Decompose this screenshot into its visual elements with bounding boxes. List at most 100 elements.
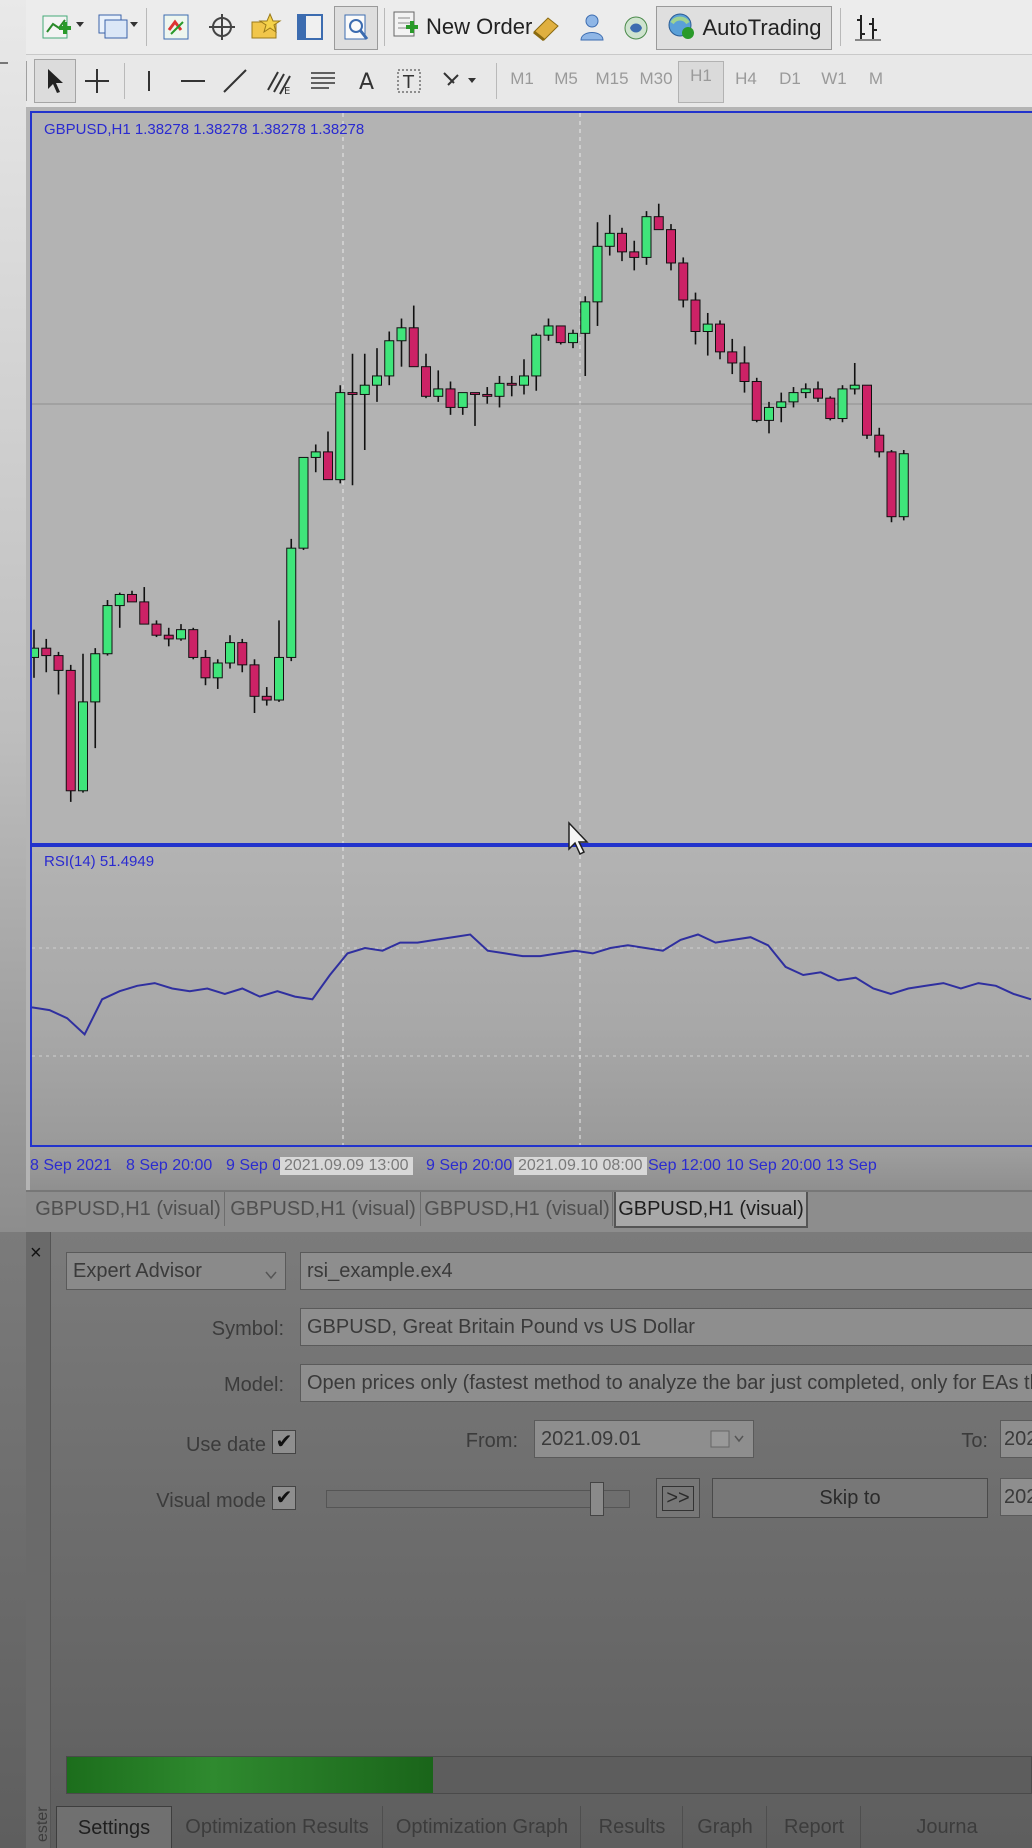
tab-journal[interactable]: Journa [862,1806,1032,1848]
market-watch-icon[interactable] [156,10,196,44]
candle-body [690,299,701,332]
svg-text:A: A [359,70,374,94]
candle [800,383,811,399]
candle-body [641,216,652,258]
candle [653,203,664,231]
test-progress-bar [66,1756,1032,1794]
expert-file-field[interactable]: rsi_example.ex4 [300,1252,1032,1290]
price-chart [32,113,1032,843]
candle [78,653,88,793]
use-date-checkbox[interactable]: ✔ [272,1430,296,1454]
candle [347,353,358,486]
timeframe-m1[interactable]: M1 [500,69,544,89]
candle-body [800,388,811,394]
candle-body [90,653,101,703]
text-label-icon[interactable]: T [390,61,428,101]
candle [372,348,382,402]
new-chart-icon[interactable] [38,10,78,44]
calendar-icon[interactable] [709,1429,745,1455]
timeframe-h1[interactable]: H1 [678,61,724,103]
skip-to-date-field[interactable]: 202 [1000,1478,1032,1516]
candle [813,381,823,402]
crosshair-icon[interactable] [78,61,116,101]
tab-settings[interactable]: Settings [56,1806,172,1848]
timeframe-m5[interactable]: M5 [544,69,588,89]
model-select[interactable]: Open prices only (fastest method to anal… [300,1364,1032,1402]
timeframe-d1[interactable]: D1 [768,69,812,89]
tab-graph[interactable]: Graph [684,1806,767,1848]
candle-body [666,229,676,264]
symbol-select[interactable]: GBPUSD, Great Britain Pound vs US Dollar [300,1308,1032,1346]
arrows-icon[interactable] [436,61,480,101]
candle [641,211,652,265]
to-date-field[interactable]: 202 [1000,1420,1032,1458]
tester-bottom-tabs: Settings Optimization Results Optimizati… [56,1806,1032,1848]
autotrading-label: AutoTrading [702,15,822,40]
signals-icon[interactable] [572,10,612,44]
candle-body [862,384,872,436]
tab-optimization-results[interactable]: Optimization Results [172,1806,383,1848]
visual-speed-slider[interactable] [326,1482,630,1516]
candle [568,329,578,349]
candle-body [433,388,444,397]
trendline-icon[interactable] [216,61,254,101]
slider-thumb[interactable] [589,1482,604,1516]
candle [457,392,468,415]
candle [445,381,456,415]
dock-handle[interactable] [0,62,8,64]
visual-mode-checkbox[interactable]: ✔ [272,1486,296,1510]
favorites-icon[interactable] [246,10,286,44]
candle-body [127,593,137,603]
tester-type-select[interactable]: Expert Advisor [66,1252,286,1290]
tester-side-bar: × [26,1232,51,1848]
metaeditor-icon[interactable] [526,10,566,44]
new-order-icon [392,9,420,45]
candle-body [384,340,395,377]
tab-results[interactable]: Results [582,1806,683,1848]
chart-period-icon[interactable] [848,10,888,44]
timeframe-mn[interactable]: M [854,69,898,89]
candle-body [764,406,774,421]
visual-mode-label: Visual mode [156,1490,266,1512]
timeframe-m15[interactable]: M15 [590,69,634,89]
chevron-down-icon[interactable] [74,18,86,32]
fibonacci-icon[interactable]: E [260,61,298,101]
channels-icon[interactable] [304,61,342,101]
candle-body [200,656,211,679]
horizontal-line-icon[interactable] [174,61,212,101]
chart-tab[interactable]: GBPUSD,H1 (visual) [226,1192,421,1226]
from-date-field[interactable]: 2021.09.01 [534,1420,754,1458]
timeframe-w1[interactable]: W1 [812,69,856,89]
candle-body [249,664,260,697]
new-order-button[interactable]: New Order [392,8,532,46]
price-chart-pane[interactable]: GBPUSD,H1 1.38278 1.38278 1.38278 1.3827… [30,111,1032,845]
navigator-icon[interactable] [202,10,242,44]
candle [90,648,101,749]
cursor-icon[interactable] [34,59,76,103]
tester-icon[interactable] [334,6,378,50]
text-icon[interactable]: A [348,61,386,101]
close-icon[interactable]: × [30,1242,42,1265]
fast-forward-button[interactable]: >> [656,1478,700,1518]
timeframe-h4[interactable]: H4 [724,69,768,89]
tab-optimization-graph[interactable]: Optimization Graph [384,1806,581,1848]
chevron-down-icon[interactable] [128,18,140,32]
candle [837,385,848,423]
rsi-pane[interactable]: RSI(14) 51.4949 [30,845,1032,1145]
autotrading-button[interactable]: AutoTrading [656,6,832,50]
chart-tab[interactable]: GBPUSD,H1 (visual) [32,1192,225,1226]
time-axis-label: 9 Sep 0 [226,1157,282,1174]
options-icon[interactable] [616,10,656,44]
candle-body [335,392,346,481]
tab-report[interactable]: Report [768,1806,861,1848]
candle [482,387,493,404]
vertical-line-icon[interactable] [130,61,168,101]
chart-tab[interactable]: GBPUSD,H1 (visual) [422,1192,613,1226]
skip-to-button[interactable]: Skip to [712,1478,988,1518]
chart-window[interactable]: GBPUSD,H1 1.38278 1.38278 1.38278 1.3827… [26,107,1032,1190]
rsi-chart [32,847,1032,1145]
data-window-icon[interactable] [290,10,330,44]
chart-tab-active[interactable]: GBPUSD,H1 (visual) [614,1192,808,1228]
candle-body [678,262,689,301]
timeframe-m30[interactable]: M30 [634,69,678,89]
